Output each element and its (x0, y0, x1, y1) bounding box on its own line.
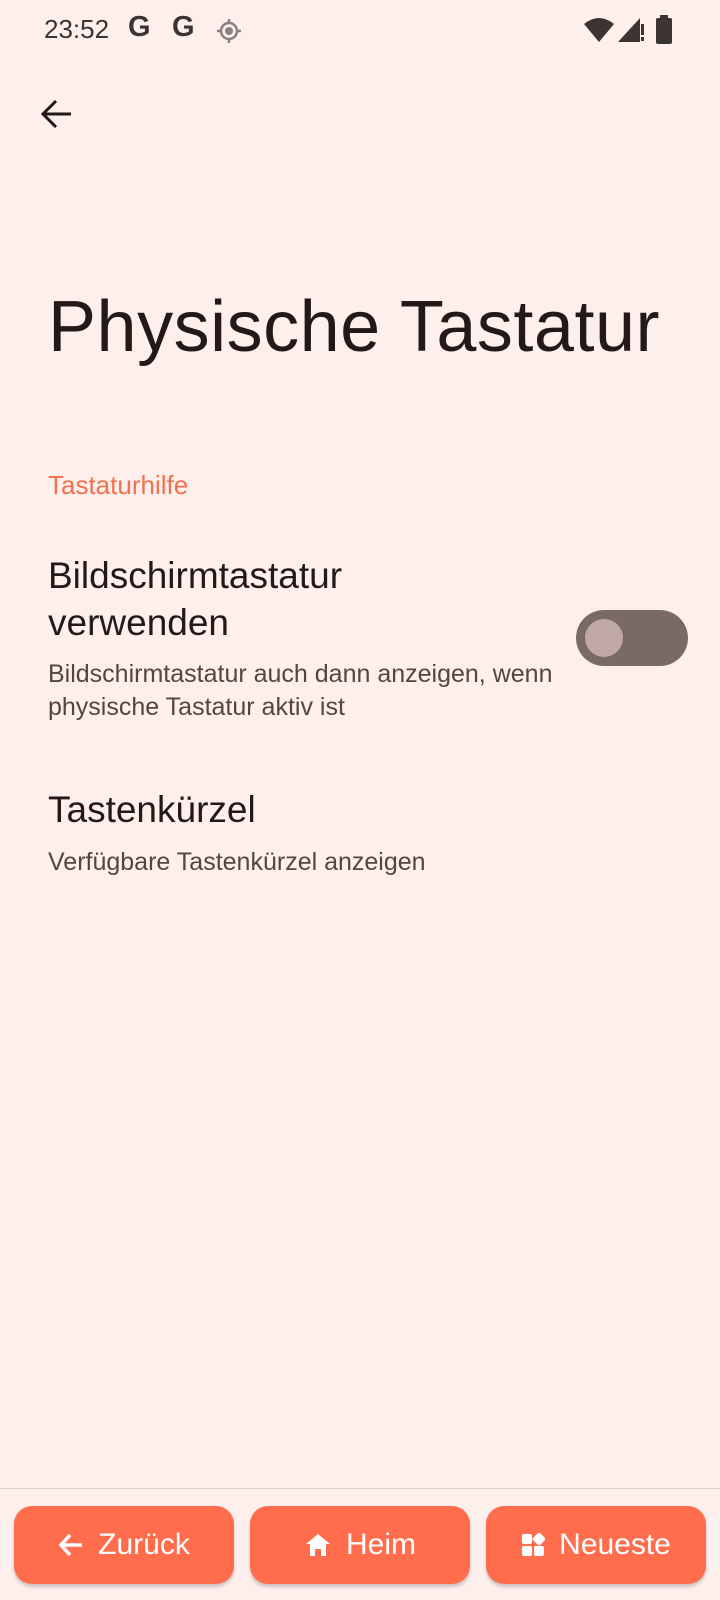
nav-home-label: Heim (345, 1528, 416, 1561)
nav-home-button[interactable]: Heim (250, 1506, 470, 1584)
status-bar: 23:52 G G (0, 0, 720, 62)
pref-keyboard-shortcuts[interactable]: Tastenkürzel Verfügbare Tastenkürzel anz… (0, 786, 720, 886)
status-time: 23:52 (44, 14, 110, 44)
home-icon (304, 1532, 332, 1558)
page-title: Physische Tastatur (48, 287, 660, 367)
pref-title: Tastenkürzel (48, 789, 256, 830)
location-icon (216, 18, 242, 49)
nav-bar: Zurück Heim Neueste (0, 1489, 720, 1600)
signal-icon (616, 16, 646, 49)
nav-recents-label: Neueste (559, 1528, 671, 1561)
pref-title: Bildschirmtastatur verwenden (48, 555, 343, 643)
onscreen-keyboard-toggle[interactable] (576, 610, 688, 666)
recents-icon (521, 1533, 546, 1557)
nav-back-label: Zurück (98, 1528, 190, 1561)
section-header: Tastaturhilfe (48, 470, 189, 500)
arrow-back-icon (40, 99, 71, 129)
wifi-icon (583, 16, 615, 49)
toggle-thumb (585, 619, 623, 657)
back-button[interactable] (32, 90, 80, 138)
pref-summary: Verfügbare Tastenkürzel anzeigen (48, 848, 426, 876)
nav-back-button[interactable]: Zurück (14, 1506, 234, 1584)
pref-summary: Bildschirmtastatur auch dann anzeigen, w… (48, 660, 553, 721)
google-g-icon: G (128, 11, 151, 43)
google-g-icon: G (172, 11, 195, 43)
arrow-back-icon (58, 1532, 84, 1558)
battery-icon (655, 15, 673, 50)
nav-recents-button[interactable]: Neueste (486, 1506, 706, 1584)
